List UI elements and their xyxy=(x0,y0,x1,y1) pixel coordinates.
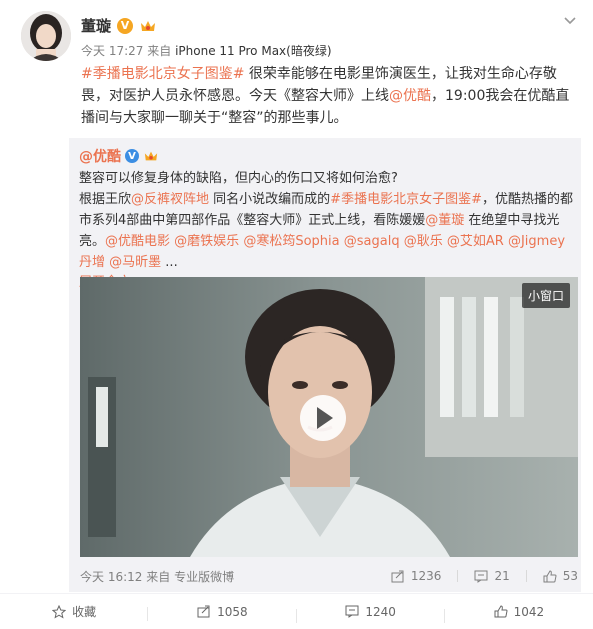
avatar[interactable] xyxy=(21,11,71,61)
repost-from: 来自 xyxy=(146,569,171,584)
repost-like-button[interactable]: 53 xyxy=(543,569,578,583)
username[interactable]: 董璇 xyxy=(81,15,111,36)
star-icon xyxy=(52,604,67,619)
crown-badge-icon xyxy=(143,149,159,163)
post-header: 董璇 V xyxy=(81,15,157,36)
thumbs-up-icon xyxy=(494,605,508,618)
crown-badge-icon xyxy=(139,18,157,34)
hashtag-link[interactable]: #季播电影北京女子图鉴# xyxy=(330,192,482,207)
divider xyxy=(457,570,459,582)
mention-link[interactable]: @优酷电影 xyxy=(105,234,170,249)
forward-count: 1058 xyxy=(217,604,248,619)
post-time[interactable]: 今天 17:27 xyxy=(81,44,143,58)
repost-footer: 今天 16:12 来自 专业版微博 1236 21 53 xyxy=(80,566,578,586)
verified-badge-icon: V xyxy=(117,17,134,34)
mention-link[interactable]: @艾如AR xyxy=(447,234,504,249)
repost-username[interactable]: @优酷 xyxy=(79,146,121,166)
post-meta: 今天 17:27 来自 iPhone 11 Pro Max(暗夜绿) xyxy=(81,42,332,59)
repost-time[interactable]: 今天 16:12 xyxy=(80,570,142,584)
mention-link[interactable]: @耿乐 xyxy=(404,234,443,249)
video-player[interactable]: 小窗口 xyxy=(80,277,578,557)
action-bar: 收藏 1058 1240 1042 xyxy=(0,593,593,629)
divider xyxy=(525,570,527,582)
comment-count: 21 xyxy=(494,569,510,583)
mention-link[interactable]: @sagalq xyxy=(344,234,400,249)
forward-count: 1236 xyxy=(410,569,442,583)
repost-text-part: 根据王欣 xyxy=(79,192,132,207)
chevron-down-icon[interactable] xyxy=(563,14,577,28)
play-icon[interactable] xyxy=(300,395,346,441)
forward-button[interactable]: 1058 xyxy=(148,604,297,623)
meta-from: 来自 xyxy=(147,44,172,58)
post-text: #季播电影北京女子图鉴# 很荣幸能够在电影里饰演医生，让我对生命心存敬畏，对医护… xyxy=(81,63,581,129)
post-source[interactable]: iPhone 11 Pro Max(暗夜绿) xyxy=(175,44,331,58)
like-button[interactable]: 1042 xyxy=(445,605,593,619)
hashtag-link[interactable]: #季播电影北京女子图鉴# xyxy=(81,66,244,82)
thumbs-up-icon xyxy=(543,569,557,583)
repost-comment-button[interactable]: 21 xyxy=(474,569,510,583)
ellipsis: ... xyxy=(161,255,178,270)
repost-forward-button[interactable]: 1236 xyxy=(391,569,442,583)
mention-link[interactable]: @马昕墨 xyxy=(109,255,161,270)
repost-line: 整容可以修复身体的缺陷，但内心的伤口又将如何治愈? xyxy=(79,171,398,186)
favorite-label: 收藏 xyxy=(72,605,97,619)
comment-icon xyxy=(345,605,359,618)
comment-count: 1240 xyxy=(365,604,396,619)
mention-link[interactable]: @优酷 xyxy=(389,88,431,104)
like-count: 1042 xyxy=(513,604,545,619)
repost-header: @优酷 V xyxy=(79,146,577,166)
comment-button[interactable]: 1240 xyxy=(297,604,446,623)
forward-icon xyxy=(197,605,211,618)
favorite-button[interactable]: 收藏 xyxy=(0,603,149,621)
weibo-post-card: 董璇 V 今天 17:27 来自 iPhone 11 Pro Max(暗夜绿) … xyxy=(0,0,593,629)
comment-icon xyxy=(474,570,488,583)
like-count: 53 xyxy=(562,569,578,583)
repost-text: 整容可以修复身体的缺陷，但内心的伤口又将如何治愈? 根据王欣@反裤衩阵地 同名小… xyxy=(79,168,577,273)
mini-window-button[interactable]: 小窗口 xyxy=(521,283,570,308)
repost-source[interactable]: 专业版微博 xyxy=(174,570,234,584)
forward-icon xyxy=(391,570,405,583)
mention-link[interactable]: @磨铁娱乐 xyxy=(174,234,239,249)
mention-link[interactable]: @寒松筠Sophia xyxy=(243,234,339,249)
verified-badge-icon: V xyxy=(125,149,139,163)
mention-link[interactable]: @反裤衩阵地 xyxy=(131,192,209,207)
reposted-content: @优酷 V 整容可以修复身体的缺陷，但内心的伤口又将如何治愈? 根据王欣@反裤衩… xyxy=(69,138,581,592)
repost-text-part: 同名小说改编而成的 xyxy=(209,192,331,207)
mention-link[interactable]: @董璇 xyxy=(425,213,464,228)
